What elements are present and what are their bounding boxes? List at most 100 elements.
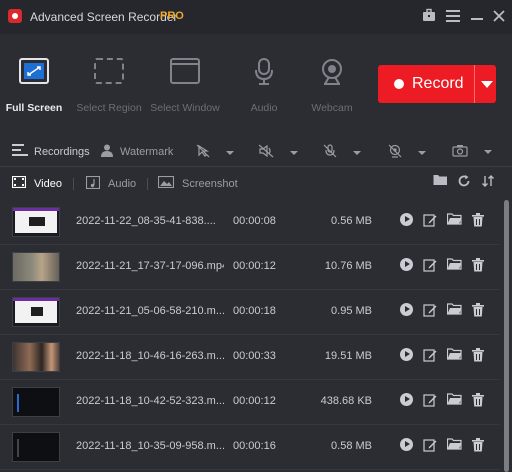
play-icon[interactable] bbox=[398, 303, 414, 319]
close-icon[interactable] bbox=[490, 8, 508, 26]
file-name: 2022-11-22_08-35-41-838.... bbox=[76, 215, 216, 227]
file-name: 2022-11-21_17-37-17-096.mp4 bbox=[76, 260, 224, 272]
delete-icon[interactable] bbox=[470, 393, 486, 409]
play-icon[interactable] bbox=[398, 258, 414, 274]
divider bbox=[0, 166, 512, 167]
record-main[interactable]: Record bbox=[378, 65, 474, 103]
vertical-scrollbar[interactable] bbox=[502, 200, 510, 472]
tab-separator bbox=[73, 178, 74, 190]
film-icon bbox=[11, 175, 27, 191]
file-name: 2022-11-18_10-35-09-958.m... bbox=[76, 440, 224, 452]
table-row[interactable]: 2022-11-18_10-46-16-263.m... 00:00:33 19… bbox=[0, 335, 500, 380]
options-bar: Recordings Watermark bbox=[0, 136, 512, 166]
minimize-icon[interactable] bbox=[468, 8, 486, 26]
tab-label: Screenshot bbox=[182, 177, 238, 190]
chevron-down-icon bbox=[226, 150, 234, 155]
folder-icon[interactable] bbox=[446, 438, 462, 454]
record-button[interactable]: Record bbox=[378, 65, 496, 103]
list-icon bbox=[12, 144, 28, 159]
edit-icon[interactable] bbox=[422, 213, 438, 229]
duration: 00:00:08 bbox=[233, 215, 276, 227]
mode-select-region[interactable]: Select Region bbox=[69, 52, 149, 114]
duration: 00:00:12 bbox=[233, 395, 276, 407]
delete-icon[interactable] bbox=[470, 213, 486, 229]
folder-icon[interactable] bbox=[446, 348, 462, 364]
mode-select-window[interactable]: Select Window bbox=[145, 52, 225, 114]
record-dropdown-button[interactable] bbox=[475, 65, 496, 103]
duration: 00:00:16 bbox=[233, 440, 276, 452]
edit-icon[interactable] bbox=[422, 393, 438, 409]
tab-video[interactable]: Video bbox=[11, 175, 62, 191]
tab-audio[interactable]: Audio bbox=[85, 175, 137, 192]
tab-screenshot[interactable]: Screenshot bbox=[157, 175, 238, 191]
file-size: 19.51 MB bbox=[324, 350, 372, 362]
delete-icon[interactable] bbox=[470, 303, 486, 319]
folder-icon[interactable] bbox=[446, 393, 462, 409]
video-thumbnail bbox=[12, 207, 60, 237]
menu-icon[interactable] bbox=[444, 8, 462, 26]
watermark-button[interactable]: Watermark bbox=[100, 144, 173, 160]
chevron-down-icon bbox=[418, 150, 426, 155]
microphone-dropdown[interactable] bbox=[323, 144, 361, 161]
toolbox-icon[interactable] bbox=[420, 8, 438, 26]
table-row[interactable]: 2022-11-21_17-37-17-096.mp4 00:00:12 10.… bbox=[0, 245, 500, 290]
duration: 00:00:33 bbox=[233, 350, 276, 362]
folder-icon[interactable] bbox=[432, 174, 448, 190]
speaker-off-icon bbox=[258, 144, 274, 161]
delete-icon[interactable] bbox=[470, 438, 486, 454]
video-thumbnail bbox=[12, 387, 60, 417]
scrollbar-thumb[interactable] bbox=[504, 200, 509, 472]
edit-icon[interactable] bbox=[422, 438, 438, 454]
play-icon[interactable] bbox=[398, 393, 414, 409]
app-title: Advanced Screen Recorder bbox=[30, 10, 178, 24]
folder-icon[interactable] bbox=[446, 213, 462, 229]
cursor-options-dropdown[interactable] bbox=[196, 144, 234, 161]
camera-icon bbox=[452, 144, 468, 160]
edit-icon[interactable] bbox=[422, 348, 438, 364]
edit-icon[interactable] bbox=[422, 303, 438, 319]
play-icon[interactable] bbox=[398, 213, 414, 229]
folder-icon[interactable] bbox=[446, 303, 462, 319]
file-name: 2022-11-21_05-06-58-210.m... bbox=[76, 305, 224, 317]
system-audio-dropdown[interactable] bbox=[258, 144, 298, 161]
table-row[interactable]: 2022-11-18_10-42-52-323.m... 00:00:12 43… bbox=[0, 380, 500, 425]
file-size: 0.58 MB bbox=[331, 440, 372, 452]
delete-icon[interactable] bbox=[470, 258, 486, 274]
sort-icon[interactable] bbox=[480, 174, 496, 190]
cursor-off-icon bbox=[196, 144, 210, 161]
select-region-icon bbox=[94, 58, 124, 84]
tab-label: Video bbox=[34, 177, 62, 190]
media-tabs: Video Audio Screenshot bbox=[0, 170, 512, 196]
webcam-off-icon bbox=[388, 144, 402, 161]
refresh-icon[interactable] bbox=[456, 174, 472, 190]
pro-badge: PRO bbox=[160, 10, 184, 22]
screenshot-dropdown[interactable] bbox=[452, 144, 492, 160]
tab-separator bbox=[147, 178, 148, 190]
table-row[interactable]: 2022-11-22_08-35-41-838.... 00:00:08 0.5… bbox=[0, 200, 500, 245]
microphone-icon bbox=[249, 58, 279, 85]
duration: 00:00:12 bbox=[233, 260, 276, 272]
webcam-icon bbox=[317, 58, 347, 85]
watermark-icon bbox=[100, 144, 114, 160]
tab-label: Audio bbox=[108, 178, 137, 190]
edit-icon[interactable] bbox=[422, 258, 438, 274]
play-icon[interactable] bbox=[398, 348, 414, 364]
video-thumbnail bbox=[12, 342, 60, 372]
table-row[interactable]: 2022-11-21_05-06-58-210.m... 00:00:18 0.… bbox=[0, 290, 500, 335]
chevron-down-icon bbox=[290, 150, 298, 155]
mode-webcam[interactable]: Webcam bbox=[292, 52, 372, 114]
duration: 00:00:18 bbox=[233, 305, 276, 317]
app-logo-icon bbox=[8, 9, 22, 23]
webcam-dropdown[interactable] bbox=[388, 144, 426, 161]
mode-full-screen[interactable]: Full Screen bbox=[0, 52, 74, 114]
recordings-button[interactable]: Recordings bbox=[12, 144, 90, 159]
mode-label: Select Window bbox=[150, 102, 220, 114]
folder-icon[interactable] bbox=[446, 258, 462, 274]
select-window-icon bbox=[170, 58, 200, 84]
table-row[interactable]: 2022-11-18_10-35-09-958.m... 00:00:16 0.… bbox=[0, 425, 500, 470]
delete-icon[interactable] bbox=[470, 348, 486, 364]
play-icon[interactable] bbox=[398, 438, 414, 454]
file-size: 0.95 MB bbox=[331, 305, 372, 317]
file-name: 2022-11-18_10-42-52-323.m... bbox=[76, 395, 224, 407]
file-name: 2022-11-18_10-46-16-263.m... bbox=[76, 350, 224, 362]
